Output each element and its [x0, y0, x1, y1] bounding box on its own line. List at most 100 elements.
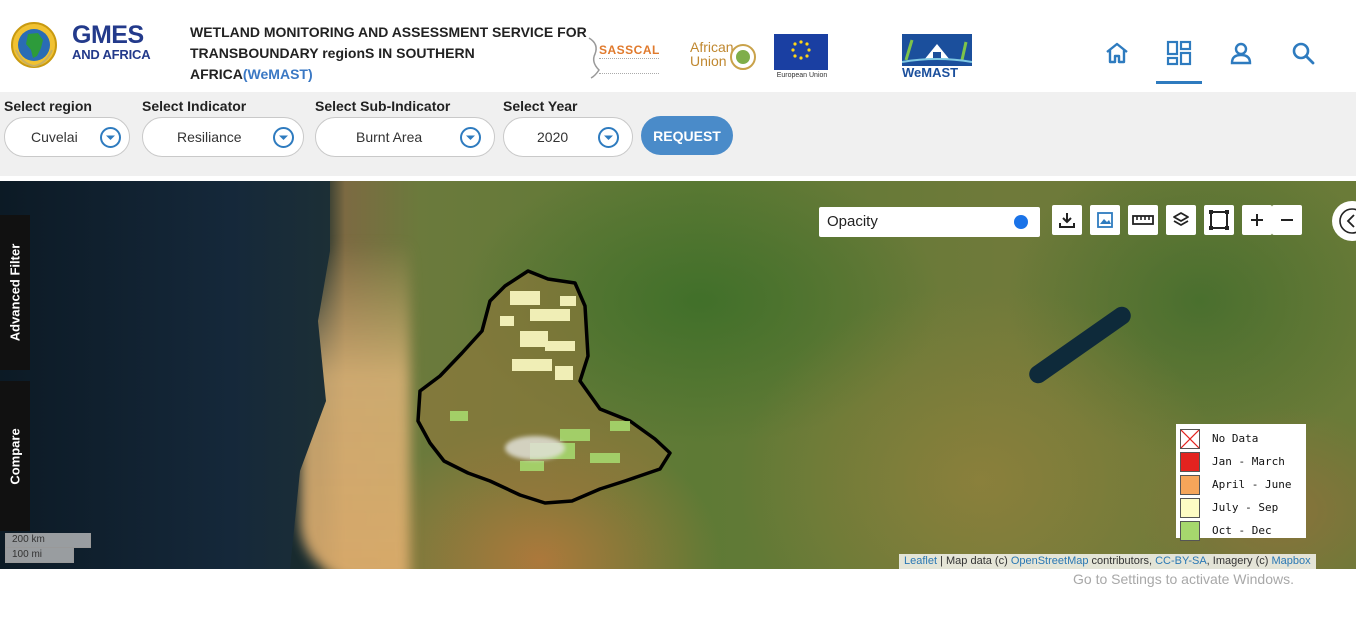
gmes-logo-small: AND AFRICA	[72, 47, 151, 62]
compare-label: Compare	[7, 427, 23, 485]
map-legend: No Data Jan - March April - June July - …	[1176, 424, 1306, 541]
legend-swatch	[1180, 474, 1200, 495]
title-line-2-text: TRANSBOUNDARY regionS IN SOUTHERN AFRICA	[190, 45, 475, 82]
legend-item: July - Sep	[1180, 496, 1302, 519]
scale-mi: 100 mi	[5, 548, 74, 563]
sasscal-logo[interactable]: SASSCAL	[585, 36, 670, 79]
title-accent: (WeMAST)	[242, 66, 313, 82]
attribution-text-2: contributors,	[1088, 555, 1156, 567]
home-icon	[1106, 42, 1128, 64]
european-union-logo[interactable]: European Union	[774, 34, 830, 80]
indicator-value: Resiliance	[177, 129, 242, 145]
year-value: 2020	[537, 129, 569, 145]
chevron-down-icon	[273, 127, 294, 148]
user-icon	[1230, 42, 1252, 65]
attribution-text-3: , Imagery (c)	[1206, 555, 1272, 567]
advanced-filter-tab[interactable]: Advanced Filter	[0, 215, 30, 370]
request-button[interactable]: REQUEST	[641, 116, 733, 155]
nav-search-button[interactable]	[1288, 38, 1318, 68]
nav-home-button[interactable]	[1102, 38, 1132, 68]
legend-item: No Data	[1180, 427, 1302, 450]
image-export-button[interactable]	[1090, 205, 1120, 235]
year-label: Select Year	[503, 98, 578, 114]
no-data-swatch	[1180, 428, 1200, 449]
legend-label: No Data	[1212, 432, 1259, 445]
legend-label: July - Sep	[1212, 501, 1279, 514]
layers-button[interactable]	[1166, 205, 1196, 235]
legend-label: Oct - Dec	[1212, 524, 1272, 537]
download-button[interactable]	[1052, 205, 1082, 235]
draw-rectangle-button[interactable]	[1204, 205, 1234, 235]
sasscal-subtitle-lines	[599, 58, 659, 74]
gmes-africa-logo[interactable]: GMES AND AFRICA	[10, 20, 155, 70]
measure-button[interactable]	[1128, 205, 1158, 235]
search-icon	[1292, 42, 1315, 65]
nav-active-indicator	[1156, 81, 1202, 84]
region-value: Cuvelai	[31, 129, 78, 145]
draw-rectangle-icon	[1209, 210, 1229, 230]
chevron-down-icon	[100, 127, 121, 148]
gmes-logo-big: GMES	[72, 21, 144, 49]
legend-item: Jan - March	[1180, 450, 1302, 473]
chevron-down-icon	[460, 127, 481, 148]
sub-indicator-label: Select Sub-Indicator	[315, 98, 451, 114]
legend-item: April - June	[1180, 473, 1302, 496]
chevron-left-icon	[1339, 208, 1356, 234]
compare-tab[interactable]: Compare	[0, 381, 30, 531]
image-icon	[1097, 212, 1113, 228]
nav-dashboard-button[interactable]	[1164, 38, 1194, 68]
ruler-icon	[1132, 215, 1154, 225]
legend-label: April - June	[1212, 478, 1292, 491]
indicator-label: Select Indicator	[142, 98, 247, 114]
zoom-in-icon	[1251, 214, 1263, 226]
download-icon	[1059, 213, 1075, 228]
opacity-slider[interactable]: Opacity	[819, 207, 1040, 237]
chevron-down-icon	[598, 127, 619, 148]
legend-label: Jan - March	[1212, 455, 1285, 468]
zoom-out-icon	[1281, 219, 1293, 221]
eu-flag-icon	[774, 34, 828, 70]
year-select[interactable]: 2020	[503, 117, 633, 157]
africa-globe-icon	[11, 22, 57, 68]
title-line-2: TRANSBOUNDARY regionS IN SOUTHERN AFRICA…	[190, 43, 590, 85]
sasscal-name: SASSCAL	[599, 43, 660, 57]
cuvelai-basin-layer	[416, 269, 672, 505]
map-attribution: Leaflet | Map data (c) OpenStreetMap con…	[899, 554, 1316, 569]
legend-item: Oct - Dec	[1180, 519, 1302, 542]
license-link[interactable]: CC-BY-SA	[1155, 555, 1207, 567]
page-title: WETLAND MONITORING AND ASSESSMENT SERVIC…	[190, 22, 590, 85]
mapbox-link[interactable]: Mapbox	[1271, 555, 1310, 567]
map-view[interactable]: Advanced Filter Compare Opacity No Data …	[0, 181, 1356, 569]
attribution-text-1: | Map data (c)	[937, 555, 1011, 567]
eu-caption: European Union	[776, 72, 828, 79]
map-scale: 200 km 100 mi	[5, 533, 91, 563]
au-emblem-icon	[730, 44, 756, 70]
etosha-pan	[505, 436, 565, 460]
layers-icon	[1173, 212, 1189, 226]
advanced-filter-label: Advanced Filter	[7, 243, 23, 342]
african-union-logo[interactable]: African Union	[690, 40, 760, 72]
indicator-select[interactable]: Resiliance	[142, 117, 304, 157]
zoom-out-button[interactable]	[1272, 205, 1302, 235]
region-label: Select region	[4, 98, 92, 114]
title-line-1: WETLAND MONITORING AND ASSESSMENT SERVIC…	[190, 24, 587, 40]
scale-km: 200 km	[5, 533, 91, 548]
gmes-wordmark: GMES AND AFRICA	[72, 21, 151, 62]
dashboard-icon	[1166, 40, 1192, 66]
wemast-name: WeMAST	[902, 65, 959, 80]
leaflet-link[interactable]: Leaflet	[904, 555, 937, 567]
sub-indicator-value: Burnt Area	[356, 129, 423, 145]
wemast-page: GMES AND AFRICA WETLAND MONITORING AND A…	[0, 0, 1366, 620]
opacity-label: Opacity	[827, 213, 878, 230]
wemast-logo[interactable]: WeMAST	[901, 34, 974, 80]
region-select[interactable]: Cuvelai	[4, 117, 130, 157]
filter-bar: Select region Cuvelai Select Indicator R…	[0, 92, 1356, 176]
sub-indicator-select[interactable]: Burnt Area	[315, 117, 495, 157]
osm-link[interactable]: OpenStreetMap	[1011, 555, 1089, 567]
legend-swatch	[1180, 497, 1200, 518]
zoom-in-button[interactable]	[1242, 205, 1272, 235]
wemast-emblem-icon	[901, 34, 973, 66]
legend-swatch	[1180, 520, 1200, 541]
nav-user-button[interactable]	[1226, 38, 1256, 68]
opacity-slider-handle[interactable]	[1014, 215, 1028, 229]
